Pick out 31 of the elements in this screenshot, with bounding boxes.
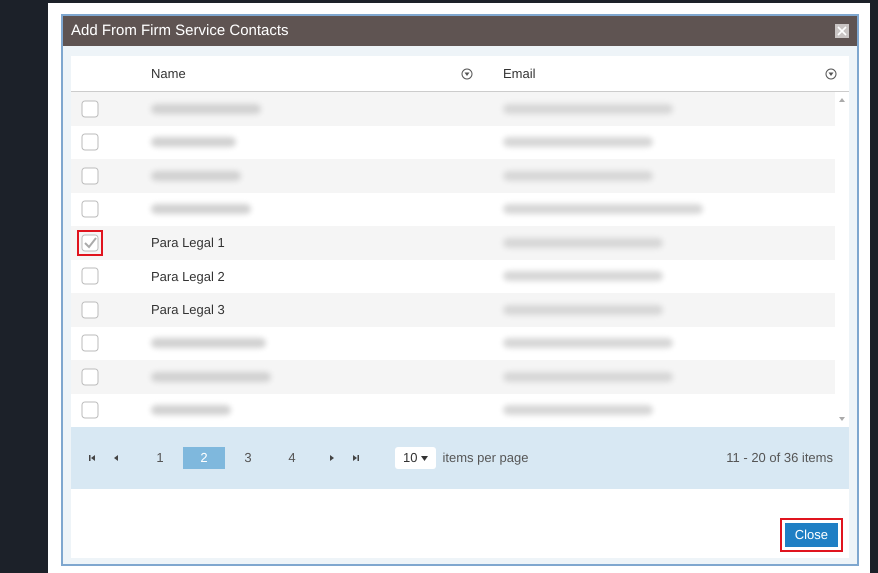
caret-icon — [421, 456, 428, 460]
page-button[interactable]: 3 — [227, 447, 269, 469]
contact-name: Para Legal 1 — [151, 234, 225, 252]
first-page-icon[interactable] — [87, 453, 97, 463]
filter-icon[interactable] — [825, 68, 837, 80]
last-page-icon[interactable] — [351, 453, 361, 463]
pager-summary: 11 - 20 of 36 items — [726, 449, 833, 468]
column-header: Name — [151, 64, 186, 83]
page-button[interactable]: 4 — [271, 447, 313, 469]
checkbox[interactable] — [81, 300, 99, 319]
checkbox[interactable] — [81, 100, 99, 118]
column-header: Email — [503, 64, 536, 83]
scroll-down-icon[interactable] — [839, 417, 845, 421]
checkbox[interactable] — [81, 133, 99, 152]
contact-name: Para Legal 2 — [151, 268, 225, 286]
page-button[interactable]: 1 — [139, 447, 181, 469]
checkbox[interactable] — [81, 334, 99, 352]
checkbox[interactable] — [81, 234, 99, 252]
dialog-title: Add From Firm Service Contacts — [71, 20, 289, 41]
checkbox[interactable] — [81, 401, 99, 420]
page-size-dropdown[interactable]: 10 — [395, 447, 436, 469]
checkbox[interactable] — [81, 368, 99, 386]
filter-icon[interactable] — [461, 68, 473, 80]
scroll-up-icon[interactable] — [839, 98, 845, 102]
checkbox[interactable] — [81, 166, 99, 185]
close-icon[interactable] — [835, 24, 849, 38]
contact-name: Para Legal 3 — [151, 301, 225, 319]
checkbox[interactable] — [81, 267, 99, 286]
close-button[interactable]: Close — [784, 522, 838, 547]
page-size-label: items per page — [442, 449, 528, 468]
checkbox[interactable] — [81, 200, 99, 218]
